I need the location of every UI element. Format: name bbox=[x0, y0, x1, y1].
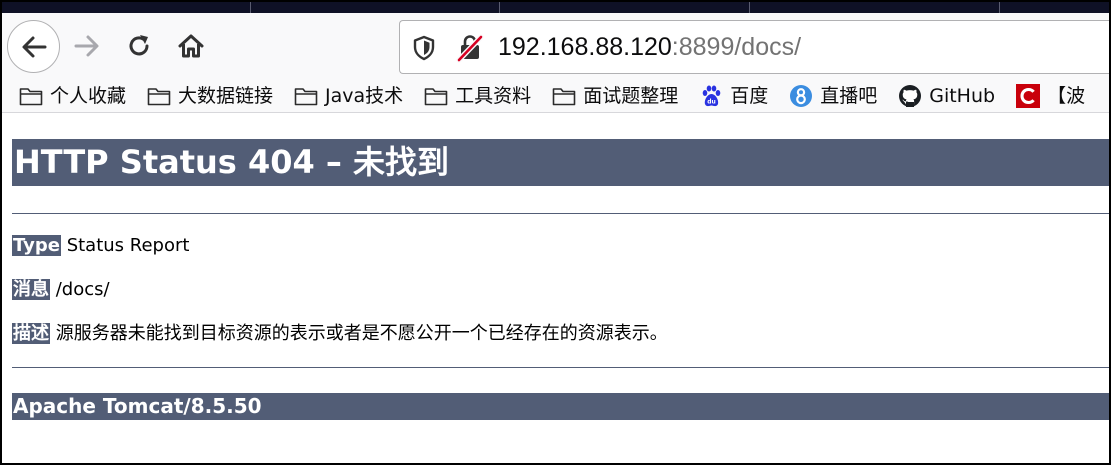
bookmark-label: 面试题整理 bbox=[583, 84, 679, 107]
message-row: 消息 /docs/ bbox=[12, 278, 110, 302]
url-path: :8899/docs/ bbox=[671, 33, 802, 61]
type-value: Status Report bbox=[66, 235, 190, 256]
folder-icon bbox=[147, 85, 171, 107]
tab-separator bbox=[250, 2, 251, 13]
page-title: HTTP Status 404 – 未找到 bbox=[12, 139, 1109, 186]
shield-icon[interactable] bbox=[412, 35, 436, 61]
url-text[interactable]: 192.168.88.120:8899/docs/ bbox=[498, 32, 801, 62]
bookmark-baidu[interactable]: du 百度 bbox=[699, 82, 768, 110]
message-label: 消息 bbox=[12, 279, 50, 300]
svg-text:du: du bbox=[707, 98, 716, 105]
bookmark-label: 工具资料 bbox=[455, 84, 532, 107]
description-label: 描述 bbox=[12, 323, 50, 344]
baidu-paw-icon: du bbox=[699, 85, 723, 107]
bookmark-label: 百度 bbox=[730, 84, 769, 107]
bookmark-csdn[interactable]: 【波 bbox=[1016, 82, 1085, 110]
home-icon bbox=[178, 34, 204, 58]
url-host: 192.168.88.120 bbox=[498, 33, 672, 61]
description-row: 描述 源服务器未能找到目标资源的表示或者是不愿公开一个已经存在的资源表示。 bbox=[12, 322, 668, 346]
bookmark-label: 个人收藏 bbox=[50, 84, 127, 107]
type-label: Type bbox=[12, 235, 61, 256]
bookmark-folder-tools[interactable]: 工具资料 bbox=[424, 82, 531, 110]
bookmark-zhibo8[interactable]: 直播吧 bbox=[789, 82, 877, 110]
folder-icon bbox=[19, 85, 43, 107]
insecure-lock-icon[interactable] bbox=[456, 33, 484, 63]
server-footer: Apache Tomcat/8.5.50 bbox=[12, 393, 1109, 420]
folder-icon bbox=[424, 85, 448, 107]
zhibo8-icon bbox=[789, 84, 813, 107]
reload-icon bbox=[129, 35, 149, 56]
forward-button[interactable] bbox=[69, 28, 105, 64]
tab-separator bbox=[999, 2, 1000, 13]
message-value: /docs/ bbox=[55, 279, 110, 300]
csdn-c-icon bbox=[1016, 83, 1041, 108]
github-icon bbox=[898, 84, 922, 107]
bookmark-label: 【波 bbox=[1047, 84, 1086, 107]
bookmark-folder-interview[interactable]: 面试题整理 bbox=[552, 82, 678, 110]
back-button[interactable] bbox=[7, 20, 60, 73]
bookmark-folder-bigdata[interactable]: 大数据链接 bbox=[147, 82, 273, 110]
bookmark-label: GitHub bbox=[929, 84, 996, 107]
folder-icon bbox=[552, 85, 576, 107]
bookmark-label: Java技术 bbox=[325, 84, 404, 107]
navigation-toolbar: 192.168.88.120:8899/docs/ bbox=[2, 13, 1109, 79]
arrow-left-icon bbox=[22, 36, 46, 57]
folder-icon bbox=[294, 85, 318, 107]
arrow-right-icon bbox=[74, 35, 99, 57]
description-value: 源服务器未能找到目标资源的表示或者是不愿公开一个已经存在的资源表示。 bbox=[55, 323, 668, 344]
divider bbox=[12, 213, 1109, 214]
tab-separator bbox=[749, 2, 750, 13]
bookmark-folder-java[interactable]: Java技术 bbox=[294, 82, 403, 110]
divider bbox=[12, 367, 1109, 368]
bookmark-label: 大数据链接 bbox=[178, 84, 274, 107]
bookmarks-toolbar: 个人收藏 大数据链接 Java技术 工具资料 面试题整理 du 百度 直播吧 G… bbox=[2, 79, 1109, 113]
tab-strip bbox=[2, 2, 1109, 13]
bookmark-folder-personal[interactable]: 个人收藏 bbox=[19, 82, 126, 110]
reload-button[interactable] bbox=[121, 28, 157, 64]
home-button[interactable] bbox=[173, 28, 209, 64]
bookmark-github[interactable]: GitHub bbox=[898, 82, 995, 110]
browser-window: 192.168.88.120:8899/docs/ 个人收藏 大数据链接 Jav… bbox=[0, 0, 1111, 465]
address-bar[interactable]: 192.168.88.120:8899/docs/ bbox=[399, 20, 1109, 74]
tab-separator bbox=[499, 2, 500, 13]
bookmark-label: 直播吧 bbox=[820, 84, 878, 107]
type-row: Type Status Report bbox=[12, 234, 189, 258]
